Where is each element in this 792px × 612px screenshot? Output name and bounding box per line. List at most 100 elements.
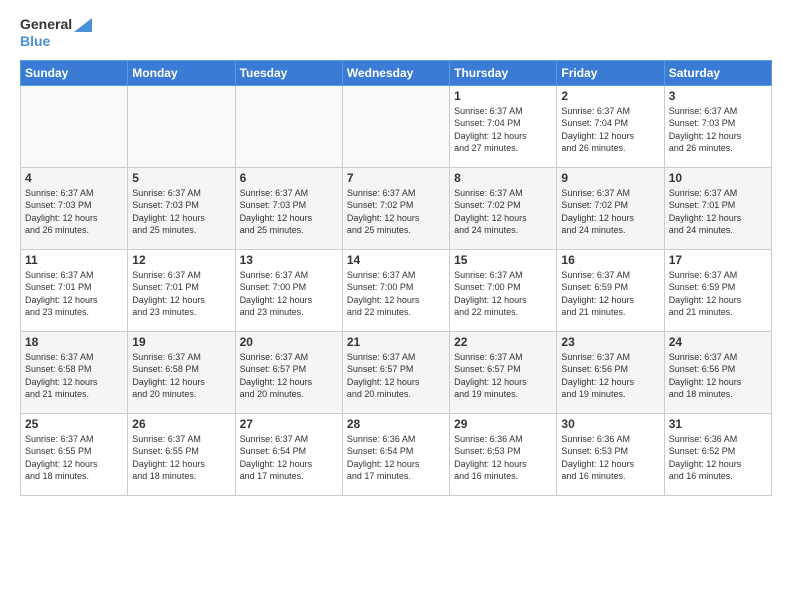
day-info: Sunrise: 6:37 AM Sunset: 7:02 PM Dayligh… — [347, 187, 445, 237]
calendar-cell: 3 Sunrise: 6:37 AM Sunset: 7:03 PM Daylig… — [664, 85, 771, 167]
day-number: 23 — [561, 335, 659, 349]
calendar-cell: 29 Sunrise: 6:36 AM Sunset: 6:53 PM Dayli… — [450, 413, 557, 495]
day-info: Sunrise: 6:37 AM Sunset: 6:58 PM Dayligh… — [25, 351, 123, 401]
calendar-week-row: 25 Sunrise: 6:37 AM Sunset: 6:55 PM Dayli… — [21, 413, 772, 495]
day-info: Sunrise: 6:37 AM Sunset: 7:00 PM Dayligh… — [347, 269, 445, 319]
day-info: Sunrise: 6:37 AM Sunset: 7:00 PM Dayligh… — [454, 269, 552, 319]
day-info: Sunrise: 6:37 AM Sunset: 6:55 PM Dayligh… — [132, 433, 230, 483]
day-number: 2 — [561, 89, 659, 103]
calendar-cell: 27 Sunrise: 6:37 AM Sunset: 6:54 PM Dayli… — [235, 413, 342, 495]
calendar-cell: 20 Sunrise: 6:37 AM Sunset: 6:57 PM Dayli… — [235, 331, 342, 413]
day-info: Sunrise: 6:37 AM Sunset: 7:03 PM Dayligh… — [25, 187, 123, 237]
calendar-cell: 18 Sunrise: 6:37 AM Sunset: 6:58 PM Dayli… — [21, 331, 128, 413]
day-info: Sunrise: 6:37 AM Sunset: 6:58 PM Dayligh… — [132, 351, 230, 401]
day-info: Sunrise: 6:37 AM Sunset: 6:55 PM Dayligh… — [25, 433, 123, 483]
day-info: Sunrise: 6:37 AM Sunset: 7:03 PM Dayligh… — [132, 187, 230, 237]
day-number: 29 — [454, 417, 552, 431]
day-number: 1 — [454, 89, 552, 103]
calendar-week-row: 4Sunrise: 6:37 AM Sunset: 7:03 PM Daylig… — [21, 167, 772, 249]
weekday-header-tuesday: Tuesday — [235, 60, 342, 85]
day-number: 18 — [25, 335, 123, 349]
calendar-cell: 28Sunrise: 6:36 AM Sunset: 6:54 PM Dayli… — [342, 413, 449, 495]
day-info: Sunrise: 6:37 AM Sunset: 6:57 PM Dayligh… — [240, 351, 338, 401]
weekday-header-sunday: Sunday — [21, 60, 128, 85]
day-number: 6 — [240, 171, 338, 185]
day-info: Sunrise: 6:36 AM Sunset: 6:54 PM Dayligh… — [347, 433, 445, 483]
day-number: 13 — [240, 253, 338, 267]
day-number: 20 — [240, 335, 338, 349]
day-info: Sunrise: 6:37 AM Sunset: 6:54 PM Dayligh… — [240, 433, 338, 483]
day-number: 27 — [240, 417, 338, 431]
calendar-cell: 17Sunrise: 6:37 AM Sunset: 6:59 PM Dayli… — [664, 249, 771, 331]
day-number: 30 — [561, 417, 659, 431]
calendar-cell: 12 Sunrise: 6:37 AM Sunset: 7:01 PM Dayli… — [128, 249, 235, 331]
day-info: Sunrise: 6:37 AM Sunset: 7:03 PM Dayligh… — [669, 105, 767, 155]
day-number: 16 — [561, 253, 659, 267]
day-number: 25 — [25, 417, 123, 431]
day-number: 31 — [669, 417, 767, 431]
calendar-cell: 26 Sunrise: 6:37 AM Sunset: 6:55 PM Dayli… — [128, 413, 235, 495]
calendar-cell: 22 Sunrise: 6:37 AM Sunset: 6:57 PM Dayli… — [450, 331, 557, 413]
day-info: Sunrise: 6:37 AM Sunset: 6:57 PM Dayligh… — [347, 351, 445, 401]
day-info: Sunrise: 6:37 AM Sunset: 6:57 PM Dayligh… — [454, 351, 552, 401]
calendar-cell: 9 Sunrise: 6:37 AM Sunset: 7:02 PM Daylig… — [557, 167, 664, 249]
calendar-cell: 25 Sunrise: 6:37 AM Sunset: 6:55 PM Dayli… — [21, 413, 128, 495]
weekday-header-saturday: Saturday — [664, 60, 771, 85]
weekday-header-row: SundayMondayTuesdayWednesdayThursdayFrid… — [21, 60, 772, 85]
calendar-cell: 16 Sunrise: 6:37 AM Sunset: 6:59 PM Dayli… — [557, 249, 664, 331]
weekday-header-monday: Monday — [128, 60, 235, 85]
day-info: Sunrise: 6:37 AM Sunset: 7:01 PM Dayligh… — [25, 269, 123, 319]
calendar-cell — [235, 85, 342, 167]
day-number: 11 — [25, 253, 123, 267]
day-number: 26 — [132, 417, 230, 431]
day-info: Sunrise: 6:36 AM Sunset: 6:53 PM Dayligh… — [561, 433, 659, 483]
calendar-cell: 21 Sunrise: 6:37 AM Sunset: 6:57 PM Dayli… — [342, 331, 449, 413]
day-info: Sunrise: 6:37 AM Sunset: 7:01 PM Dayligh… — [669, 187, 767, 237]
day-number: 22 — [454, 335, 552, 349]
day-info: Sunrise: 6:37 AM Sunset: 7:04 PM Dayligh… — [454, 105, 552, 155]
calendar-cell: 6 Sunrise: 6:37 AM Sunset: 7:03 PM Daylig… — [235, 167, 342, 249]
calendar-week-row: 1 Sunrise: 6:37 AM Sunset: 7:04 PM Daylig… — [21, 85, 772, 167]
weekday-header-friday: Friday — [557, 60, 664, 85]
calendar-cell: 7 Sunrise: 6:37 AM Sunset: 7:02 PM Daylig… — [342, 167, 449, 249]
day-info: Sunrise: 6:37 AM Sunset: 6:59 PM Dayligh… — [561, 269, 659, 319]
calendar-cell: 8Sunrise: 6:37 AM Sunset: 7:02 PM Daylig… — [450, 167, 557, 249]
day-number: 12 — [132, 253, 230, 267]
day-number: 9 — [561, 171, 659, 185]
day-info: Sunrise: 6:37 AM Sunset: 7:02 PM Dayligh… — [561, 187, 659, 237]
logo: General Blue — [20, 16, 94, 50]
day-number: 21 — [347, 335, 445, 349]
calendar-week-row: 11 Sunrise: 6:37 AM Sunset: 7:01 PM Dayli… — [21, 249, 772, 331]
calendar-cell: 30 Sunrise: 6:36 AM Sunset: 6:53 PM Dayli… — [557, 413, 664, 495]
calendar-cell: 13 Sunrise: 6:37 AM Sunset: 7:00 PM Dayli… — [235, 249, 342, 331]
logo-text: General Blue — [20, 16, 94, 50]
calendar-cell: 1 Sunrise: 6:37 AM Sunset: 7:04 PM Daylig… — [450, 85, 557, 167]
day-info: Sunrise: 6:36 AM Sunset: 6:53 PM Dayligh… — [454, 433, 552, 483]
calendar-cell — [128, 85, 235, 167]
day-info: Sunrise: 6:37 AM Sunset: 7:01 PM Dayligh… — [132, 269, 230, 319]
calendar-cell — [21, 85, 128, 167]
calendar-cell: 31Sunrise: 6:36 AM Sunset: 6:52 PM Dayli… — [664, 413, 771, 495]
calendar-table: SundayMondayTuesdayWednesdayThursdayFrid… — [20, 60, 772, 496]
day-number: 19 — [132, 335, 230, 349]
day-info: Sunrise: 6:37 AM Sunset: 7:00 PM Dayligh… — [240, 269, 338, 319]
day-info: Sunrise: 6:37 AM Sunset: 6:56 PM Dayligh… — [669, 351, 767, 401]
calendar-cell: 11 Sunrise: 6:37 AM Sunset: 7:01 PM Dayli… — [21, 249, 128, 331]
day-info: Sunrise: 6:37 AM Sunset: 7:03 PM Dayligh… — [240, 187, 338, 237]
day-number: 8 — [454, 171, 552, 185]
calendar-cell: 2 Sunrise: 6:37 AM Sunset: 7:04 PM Daylig… — [557, 85, 664, 167]
calendar-cell: 23Sunrise: 6:37 AM Sunset: 6:56 PM Dayli… — [557, 331, 664, 413]
day-info: Sunrise: 6:37 AM Sunset: 6:59 PM Dayligh… — [669, 269, 767, 319]
weekday-header-wednesday: Wednesday — [342, 60, 449, 85]
calendar-cell — [342, 85, 449, 167]
calendar-cell: 15Sunrise: 6:37 AM Sunset: 7:00 PM Dayli… — [450, 249, 557, 331]
day-number: 3 — [669, 89, 767, 103]
weekday-header-thursday: Thursday — [450, 60, 557, 85]
page-header: General Blue — [20, 16, 772, 50]
day-number: 7 — [347, 171, 445, 185]
day-number: 14 — [347, 253, 445, 267]
day-info: Sunrise: 6:37 AM Sunset: 7:04 PM Dayligh… — [561, 105, 659, 155]
calendar-cell: 14 Sunrise: 6:37 AM Sunset: 7:00 PM Dayli… — [342, 249, 449, 331]
day-number: 24 — [669, 335, 767, 349]
calendar-cell: 19 Sunrise: 6:37 AM Sunset: 6:58 PM Dayli… — [128, 331, 235, 413]
